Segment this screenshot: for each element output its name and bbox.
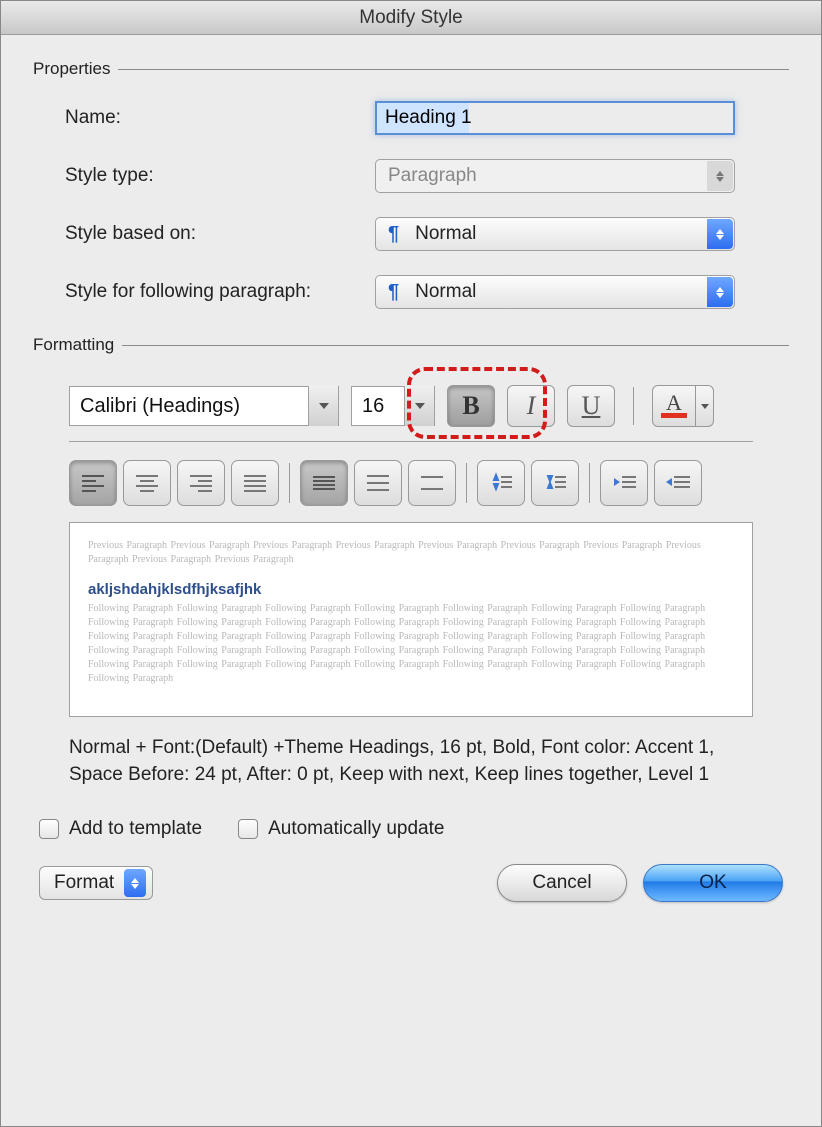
divider	[118, 69, 789, 70]
preview-sample-text: akljshdahjklsdfhjksafjhk	[88, 581, 734, 598]
chevron-down-icon[interactable]	[308, 386, 338, 426]
updown-icon	[707, 277, 733, 307]
style-preview: Previous Paragraph Previous Paragraph Pr…	[69, 522, 753, 717]
add-to-template-label: Add to template	[69, 818, 202, 840]
checkbox-icon	[238, 819, 258, 839]
updown-icon	[124, 869, 146, 897]
following-style-select[interactable]: ¶ Normal	[375, 275, 735, 309]
separator	[633, 387, 634, 425]
following-label: Style for following paragraph:	[65, 281, 375, 303]
line-spacing-2-button[interactable]	[408, 460, 456, 506]
style-type-select: Paragraph	[375, 159, 735, 193]
dialog-title: Modify Style	[359, 7, 462, 28]
underline-button[interactable]: U	[567, 385, 615, 427]
add-to-template-checkbox[interactable]: Add to template	[39, 818, 202, 840]
style-type-value: Paragraph	[388, 165, 477, 187]
line-spacing-1-5-button[interactable]	[354, 460, 402, 506]
properties-label: Properties	[33, 59, 110, 79]
ok-button[interactable]: OK	[643, 864, 783, 902]
bold-button[interactable]: B	[447, 385, 495, 427]
align-center-button[interactable]	[123, 460, 171, 506]
based-on-label: Style based on:	[65, 223, 375, 245]
format-menu-button[interactable]: Format	[39, 866, 153, 900]
pilcrow-icon: ¶	[388, 223, 399, 246]
updown-icon	[707, 161, 733, 191]
auto-update-checkbox[interactable]: Automatically update	[238, 818, 444, 840]
formatting-label: Formatting	[33, 335, 114, 355]
align-right-button[interactable]	[177, 460, 225, 506]
name-label: Name:	[65, 107, 375, 129]
italic-button[interactable]: I	[507, 385, 555, 427]
preview-following-text: Following Paragraph Following Paragraph …	[88, 602, 734, 686]
color-swatch-icon	[661, 413, 687, 418]
auto-update-label: Automatically update	[268, 818, 444, 840]
font-color-menu-button[interactable]	[696, 385, 714, 427]
pilcrow-icon: ¶	[388, 281, 399, 304]
decrease-indent-button[interactable]	[600, 460, 648, 506]
cancel-button[interactable]: Cancel	[497, 864, 627, 902]
style-name-input[interactable]	[375, 101, 735, 135]
separator	[466, 463, 467, 503]
based-on-value: Normal	[415, 223, 476, 245]
modify-style-dialog: Modify Style Properties Name: Style type…	[0, 0, 822, 1127]
title-bar: Modify Style	[1, 1, 821, 35]
font-name-value: Calibri (Headings)	[70, 395, 250, 418]
style-description: Normal + Font:(Default) +Theme Headings,…	[69, 735, 753, 788]
font-size-combo[interactable]: 16	[351, 386, 435, 426]
line-spacing-1-button[interactable]	[300, 460, 348, 506]
align-justify-button[interactable]	[231, 460, 279, 506]
formatting-header: Formatting	[33, 335, 789, 355]
space-before-decrease-button[interactable]	[531, 460, 579, 506]
checkbox-icon	[39, 819, 59, 839]
preview-previous-text: Previous Paragraph Previous Paragraph Pr…	[88, 539, 734, 567]
divider	[69, 441, 753, 442]
style-type-label: Style type:	[65, 165, 375, 187]
separator	[589, 463, 590, 503]
chevron-down-icon[interactable]	[404, 386, 434, 426]
following-value: Normal	[415, 281, 476, 303]
align-left-button[interactable]	[69, 460, 117, 506]
increase-indent-button[interactable]	[654, 460, 702, 506]
font-size-value: 16	[352, 395, 394, 418]
style-based-on-select[interactable]: ¶ Normal	[375, 217, 735, 251]
updown-icon	[707, 219, 733, 249]
font-name-combo[interactable]: Calibri (Headings)	[69, 386, 339, 426]
separator	[289, 463, 290, 503]
divider	[122, 345, 789, 346]
font-color-button[interactable]: A	[652, 385, 696, 427]
format-label: Format	[54, 872, 114, 894]
properties-header: Properties	[33, 59, 789, 79]
space-before-increase-button[interactable]	[477, 460, 525, 506]
